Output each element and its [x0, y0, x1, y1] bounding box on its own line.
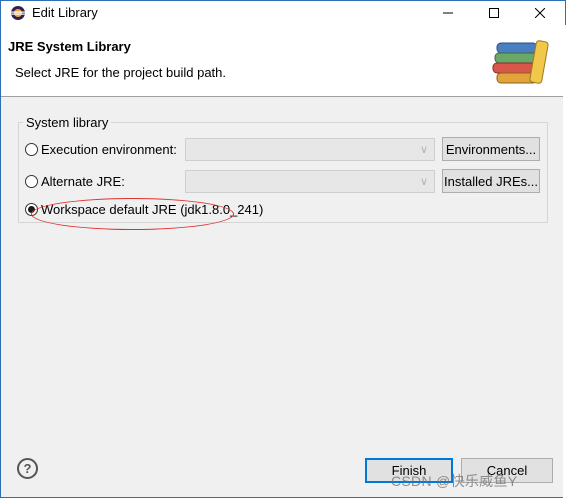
eclipse-app-icon — [11, 6, 25, 20]
system-library-label: System library — [23, 115, 112, 130]
chevron-down-icon: ∨ — [419, 176, 428, 188]
maximize-icon — [489, 8, 499, 18]
alternate-jre-combo[interactable]: ∨ — [185, 170, 435, 193]
alternate-jre-option[interactable]: Alternate JRE: — [25, 174, 125, 189]
csdn-watermark: CSDN @快乐威鱼Y — [391, 473, 518, 489]
minimize-button[interactable] — [425, 1, 471, 25]
workspace-default-jre-option[interactable]: Workspace default JRE (jdk1.8.0_241) — [25, 202, 263, 217]
chevron-down-icon: ∨ — [419, 144, 428, 156]
close-button[interactable] — [517, 1, 563, 25]
dialog-header: JRE System Library Select JRE for the pr… — [1, 25, 565, 97]
execution-environment-option[interactable]: Execution environment: — [25, 142, 177, 157]
alternate-jre-label: Alternate JRE: — [41, 174, 125, 189]
edit-library-dialog: Edit Library JRE System Library Select J… — [0, 0, 566, 498]
header-description: Select JRE for the project build path. — [15, 65, 227, 80]
alternate-jre-radio[interactable] — [25, 175, 38, 188]
execution-environment-combo[interactable]: ∨ — [185, 138, 435, 161]
library-books-icon — [492, 40, 549, 84]
installed-jres-button[interactable]: Installed JREs... — [442, 169, 540, 193]
header-title: JRE System Library — [8, 39, 131, 54]
execution-environment-label: Execution environment: — [41, 142, 177, 157]
minimize-icon — [443, 12, 453, 14]
help-icon[interactable]: ? — [17, 458, 38, 479]
environments-button[interactable]: Environments... — [442, 137, 540, 161]
maximize-button[interactable] — [471, 1, 517, 25]
close-icon — [535, 8, 545, 18]
window-title: Edit Library — [32, 5, 98, 20]
execution-environment-radio[interactable] — [25, 143, 38, 156]
title-bar: Edit Library — [1, 1, 565, 25]
workspace-default-jre-radio[interactable] — [25, 203, 38, 216]
workspace-default-jre-label: Workspace default JRE (jdk1.8.0_241) — [41, 202, 264, 217]
